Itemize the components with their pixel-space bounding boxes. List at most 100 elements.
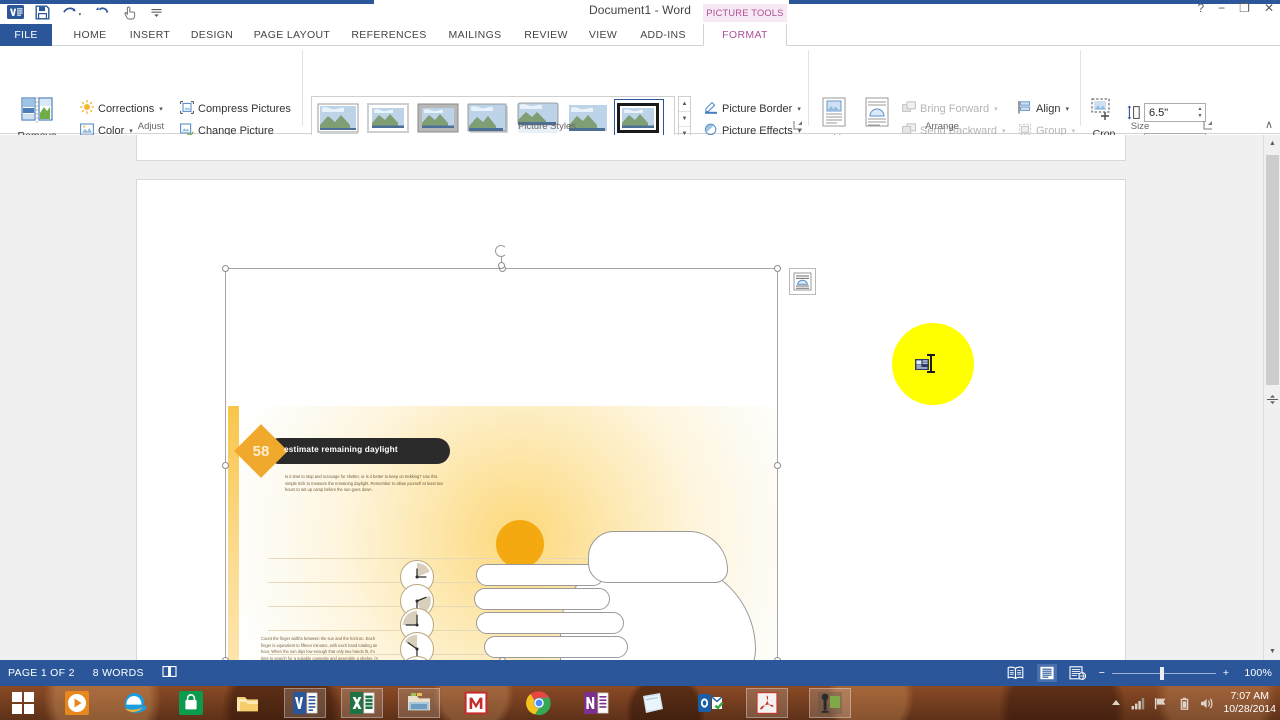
scrollbar-thumb[interactable]: [1266, 155, 1279, 385]
zoom-slider[interactable]: [1111, 666, 1216, 680]
gallery-scroll-up-icon[interactable]: ▲: [679, 97, 690, 112]
system-tray[interactable]: 7:07 AM 10/28/2014: [1108, 686, 1276, 720]
taskbar-media-player[interactable]: [56, 688, 98, 718]
zoom-slider-knob[interactable]: [1159, 666, 1164, 680]
gallery-scroll-down-icon[interactable]: ▼: [679, 112, 690, 127]
split-window-button[interactable]: [1264, 390, 1280, 408]
word-count[interactable]: 8 WORDS: [93, 667, 144, 679]
taskbar-mendeley[interactable]: [455, 688, 497, 718]
clock[interactable]: 7:07 AM 10/28/2014: [1223, 690, 1276, 716]
remove-background-icon: [21, 96, 53, 128]
clock-date: 10/28/2014: [1223, 703, 1276, 715]
title-bar: Document1 - Word ? − ❐ ✕ PICTURE TOOLS H…: [0, 0, 1280, 44]
taskbar-excel[interactable]: [341, 688, 383, 718]
read-mode-icon[interactable]: [1006, 664, 1026, 682]
vertical-scrollbar[interactable]: ▲ ▼: [1263, 135, 1280, 660]
resize-handle-middle-left[interactable]: [222, 462, 229, 469]
taskbar-word[interactable]: [284, 688, 326, 718]
help-button[interactable]: ?: [1197, 2, 1204, 14]
taskbar[interactable]: 7:07 AM 10/28/2014: [0, 686, 1280, 720]
compress-pictures-label: Compress Pictures: [198, 102, 291, 115]
collapse-ribbon-button[interactable]: ∧: [1265, 118, 1273, 131]
chevron-down-icon: ▾: [1071, 127, 1076, 135]
picture-styles-dialog-launcher[interactable]: [793, 120, 804, 131]
document-canvas[interactable]: 58 estimate remaining daylight Is it tim…: [0, 135, 1280, 660]
rotate-handle-icon[interactable]: [495, 245, 507, 257]
picture-border-icon: [704, 101, 718, 117]
ribbon: Remove Background Corrections ▾ Color ▾ …: [0, 46, 1280, 159]
align-button[interactable]: Align ▾: [1016, 99, 1071, 118]
taskbar-acrobat[interactable]: [746, 688, 788, 718]
bring-forward-label: Bring Forward: [920, 102, 990, 115]
picture-selection-frame[interactable]: [222, 265, 781, 660]
restore-button[interactable]: ❐: [1239, 2, 1250, 14]
web-layout-icon[interactable]: [1068, 664, 1088, 682]
group-title-picture-styles: Picture Styles: [517, 121, 577, 132]
show-hidden-icons-icon[interactable]: [1108, 696, 1123, 711]
group-divider: [1080, 50, 1081, 126]
tab-home[interactable]: HOME: [64, 24, 116, 46]
rotate-handle-anchor[interactable]: [498, 262, 505, 269]
taskbar-chrome[interactable]: [518, 688, 560, 718]
ribbon-tab-strip[interactable]: FILE HOME INSERT DESIGN PAGE LAYOUT REFE…: [0, 24, 1280, 46]
start-button[interactable]: [4, 687, 42, 719]
scroll-down-button[interactable]: ▼: [1264, 643, 1280, 660]
corrections-label: Corrections: [98, 102, 155, 115]
picture-style-1[interactable]: [366, 101, 412, 137]
shape-height-input[interactable]: 6.5" ▲ ▼: [1144, 103, 1206, 122]
scroll-up-button[interactable]: ▲: [1264, 135, 1280, 152]
shape-height-spinner[interactable]: ▲ ▼: [1192, 105, 1204, 120]
chevron-down-icon: ▾: [994, 105, 998, 113]
zoom-in-button[interactable]: +: [1223, 667, 1229, 679]
bring-forward-icon: [902, 100, 916, 117]
page-previous: [136, 135, 1126, 161]
taskbar-folder[interactable]: [398, 688, 440, 718]
zoom-out-button[interactable]: −: [1099, 667, 1105, 679]
tab-file[interactable]: FILE: [0, 24, 52, 46]
compress-pictures-icon: [180, 100, 194, 117]
tab-design[interactable]: DESIGN: [184, 24, 240, 46]
ribbon-display-options-button[interactable]: −: [1218, 2, 1225, 14]
compress-pictures-button[interactable]: Compress Pictures: [178, 99, 293, 118]
wrap-text-icon: [865, 97, 889, 131]
close-button[interactable]: ✕: [1264, 2, 1274, 14]
window-controls[interactable]: ? − ❐ ✕: [1197, 2, 1274, 14]
status-bar-left[interactable]: PAGE 1 OF 2 8 WORDS: [8, 660, 177, 686]
network-signal-icon[interactable]: [1131, 696, 1146, 711]
taskbar-camtasia[interactable]: [809, 688, 851, 718]
battery-icon[interactable]: [1177, 696, 1192, 711]
flag-action-center-icon[interactable]: [1154, 696, 1169, 711]
taskbar-file-explorer[interactable]: [227, 688, 269, 718]
tab-view[interactable]: VIEW: [580, 24, 626, 46]
tab-format[interactable]: FORMAT: [703, 24, 787, 46]
print-layout-icon[interactable]: [1036, 664, 1057, 682]
picture-style-0[interactable]: [316, 101, 362, 137]
tab-review[interactable]: REVIEW: [516, 24, 576, 46]
tab-mailings[interactable]: MAILINGS: [438, 24, 512, 46]
resize-handle-top-right[interactable]: [774, 265, 781, 272]
tab-insert[interactable]: INSERT: [122, 24, 178, 46]
layout-options-button[interactable]: [789, 268, 816, 295]
tab-page-layout[interactable]: PAGE LAYOUT: [244, 24, 340, 46]
resize-handle-middle-right[interactable]: [774, 462, 781, 469]
size-dialog-launcher[interactable]: [1203, 120, 1214, 131]
spinner-up-icon[interactable]: ▲: [1198, 106, 1203, 112]
taskbar-onenote[interactable]: [575, 688, 617, 718]
corrections-button[interactable]: Corrections ▾: [78, 99, 165, 118]
volume-icon[interactable]: [1200, 696, 1215, 711]
taskbar-outlook[interactable]: [689, 688, 731, 718]
taskbar-store[interactable]: [170, 688, 212, 718]
taskbar-internet-explorer[interactable]: [113, 688, 155, 718]
resize-handle-top-left[interactable]: [222, 265, 229, 272]
zoom-control[interactable]: − +: [1099, 666, 1229, 680]
tab-references[interactable]: REFERENCES: [344, 24, 434, 46]
status-bar-right[interactable]: − + 100%: [1006, 660, 1272, 686]
zoom-level[interactable]: 100%: [1240, 667, 1272, 679]
tab-add-ins[interactable]: ADD-INS: [630, 24, 696, 46]
status-bar: PAGE 1 OF 2 8 WORDS − + 100%: [0, 660, 1280, 686]
taskbar-sticky-notes[interactable]: [632, 688, 674, 718]
picture-border-button[interactable]: Picture Border ▾: [702, 99, 803, 118]
spinner-down-icon[interactable]: ▼: [1198, 113, 1203, 119]
proofing-errors-icon[interactable]: [162, 665, 177, 681]
page-indicator[interactable]: PAGE 1 OF 2: [8, 667, 75, 679]
